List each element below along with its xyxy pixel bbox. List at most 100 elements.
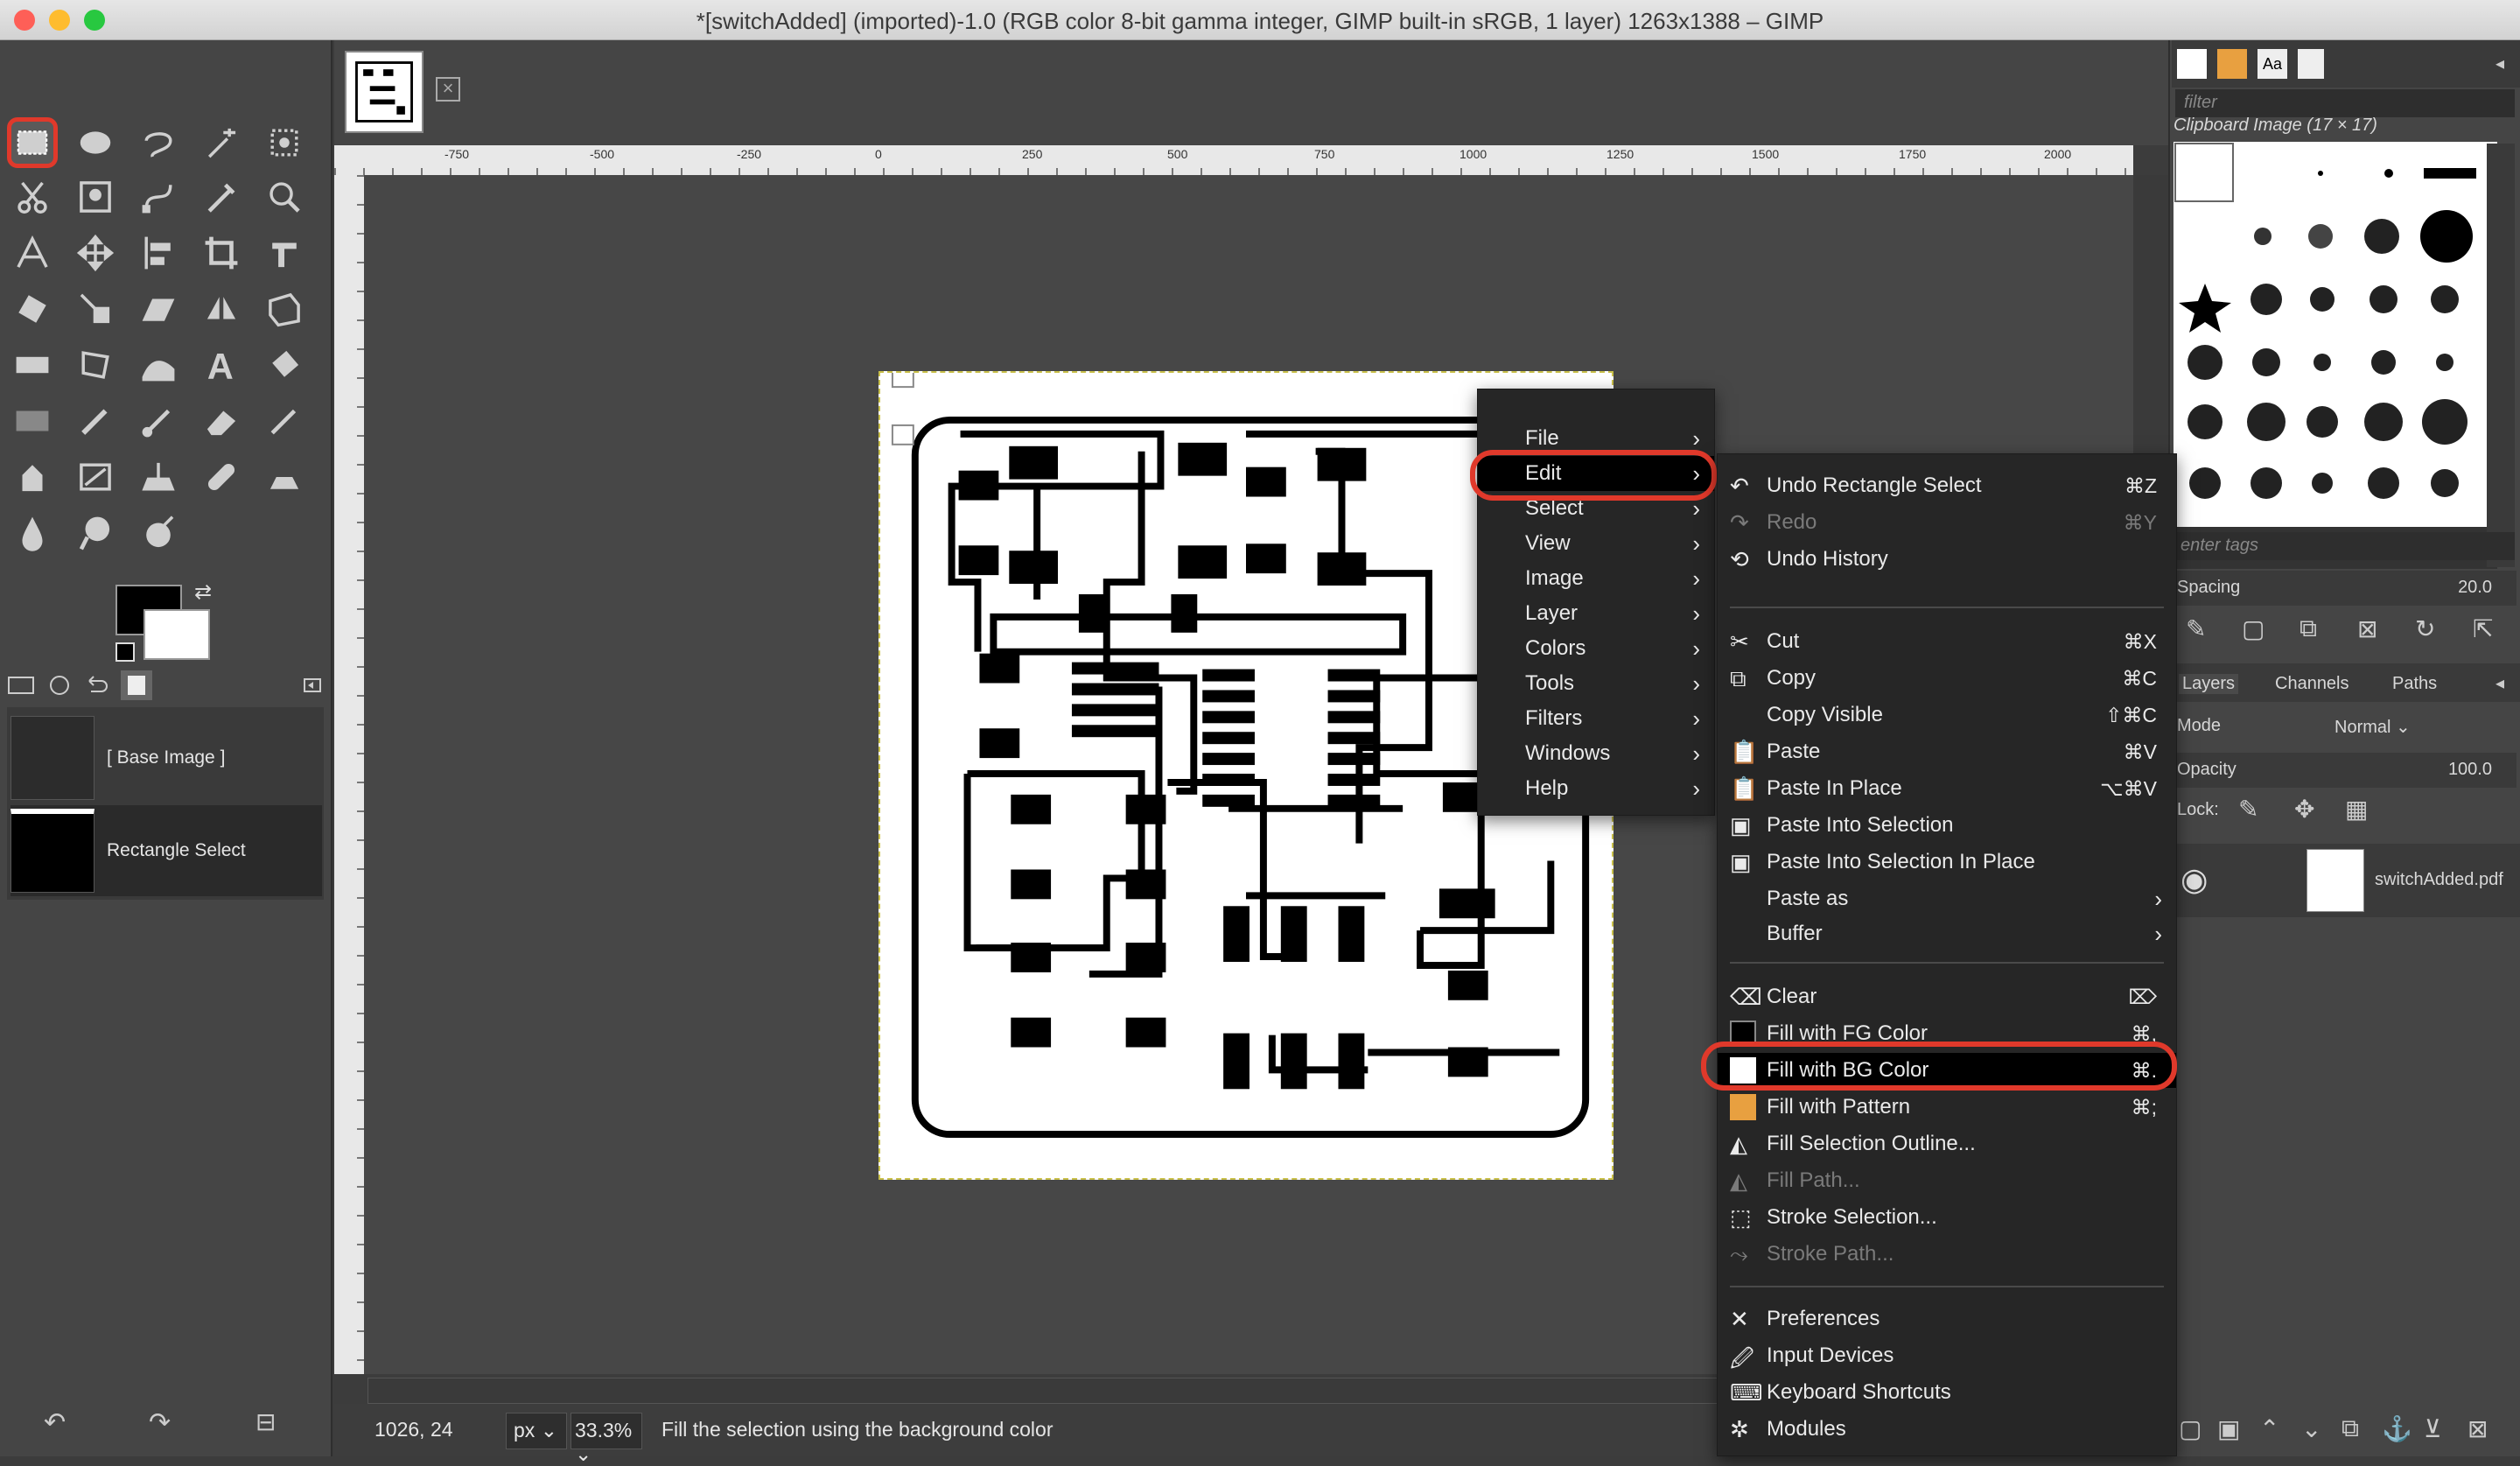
lock-pixels-icon[interactable]: ✎ (2238, 795, 2258, 824)
paths-tool[interactable] (133, 172, 184, 222)
configure-tab-icon[interactable] (298, 670, 329, 700)
measure-tool[interactable] (7, 228, 58, 278)
menu-item-paste-in-place[interactable]: 📋 Paste In Place ⌥⌘V (1718, 771, 2176, 806)
scale-tool[interactable] (70, 284, 121, 334)
new-layer-group-icon[interactable]: ▣ (2217, 1414, 2240, 1443)
history-item-rectangle-select[interactable]: Rectangle Select (10, 805, 322, 896)
menu-item-view[interactable]: View › (1478, 526, 1714, 561)
eye-icon[interactable]: ◉ (2180, 861, 2208, 898)
brush-grid[interactable] (2174, 142, 2497, 569)
configure-dock-icon[interactable]: ◂ (2496, 672, 2504, 694)
menu-item-colors[interactable]: Colors › (1478, 631, 1714, 666)
tool-options-tab-icon[interactable] (5, 670, 37, 700)
pencil-tool[interactable] (70, 396, 121, 446)
menu-item-fill-path[interactable]: ◭ Fill Path... (1718, 1163, 2176, 1198)
menu-item-preferences[interactable]: ✕ Preferences (1718, 1301, 2176, 1336)
menu-item-redo[interactable]: ↷ Redo ⌘Y (1718, 505, 2176, 540)
images-tab-icon[interactable] (121, 670, 152, 700)
device-status-tab-icon[interactable] (44, 670, 75, 700)
menu-item-paste-as[interactable]: Paste as › (1718, 881, 2176, 916)
menu-item-paste-into-selection-in-place[interactable]: ▣ Paste Into Selection In Place (1718, 845, 2176, 880)
image-tab-thumbnail[interactable] (345, 51, 424, 133)
blend-tool[interactable] (7, 396, 58, 446)
new-brush-icon[interactable]: ▢ (2242, 614, 2264, 643)
configure-dock-icon[interactable]: ◂ (2496, 53, 2504, 74)
move-tool[interactable] (70, 228, 121, 278)
refresh-brushes-icon[interactable]: ↻ (2415, 614, 2435, 643)
blur-tool[interactable] (7, 508, 58, 558)
foreground-select-tool[interactable] (70, 172, 121, 222)
fonts-tab-icon[interactable]: Aa (2258, 49, 2287, 79)
paintbrush-tool[interactable] (133, 396, 184, 446)
align-tool[interactable] (133, 228, 184, 278)
zoom-tool[interactable] (259, 172, 310, 222)
undo-icon[interactable]: ↶ (44, 1407, 66, 1438)
spacing-slider[interactable]: Spacing 20.0 (2174, 571, 2516, 606)
menu-item-input-devices[interactable]: 🖉 Input Devices (1718, 1338, 2176, 1373)
menu-item-layer[interactable]: Layer › (1478, 596, 1714, 631)
anchor-layer-icon[interactable]: ⚓ (2382, 1414, 2412, 1443)
clone-tool[interactable] (133, 452, 184, 502)
open-brush-icon[interactable]: ⇱ (2473, 614, 2493, 643)
duplicate-layer-icon[interactable]: ⧉ (2342, 1414, 2359, 1443)
dodge-burn-tool[interactable] (133, 508, 184, 558)
clear-history-icon[interactable]: ⊟ (256, 1407, 276, 1436)
menu-item-copy[interactable]: ⧉ Copy ⌘C (1718, 661, 2176, 696)
warp-transform-tool[interactable] (7, 340, 58, 390)
perspective-clone-tool[interactable] (259, 452, 310, 502)
unit-select[interactable]: px ⌄ (506, 1413, 567, 1449)
default-colors-icon[interactable] (116, 642, 135, 662)
brush-tags-input[interactable]: enter tags (2175, 532, 2515, 560)
menu-item-paste-into-selection[interactable]: ▣ Paste Into Selection (1718, 808, 2176, 843)
mypaint-brush-tool[interactable] (70, 452, 121, 502)
menu-item-copy-visible[interactable]: Copy Visible ⇧⌘C (1718, 698, 2176, 733)
scissors-select-tool[interactable] (7, 172, 58, 222)
lock-alpha-icon[interactable]: ▦ (2345, 795, 2368, 824)
airbrush-tool[interactable] (259, 396, 310, 446)
opacity-slider[interactable]: Opacity 100.0 (2174, 753, 2516, 788)
heal-tool[interactable] (196, 452, 247, 502)
fuzzy-select-tool[interactable] (196, 117, 247, 168)
free-select-tool[interactable] (133, 117, 184, 168)
color-picker-tool[interactable] (196, 172, 247, 222)
perspective-tool[interactable] (259, 284, 310, 334)
eraser-tool[interactable] (196, 396, 247, 446)
merge-layer-icon[interactable]: ⊻ (2424, 1414, 2442, 1443)
ink-tool[interactable] (7, 452, 58, 502)
unified-transform-tool[interactable] (259, 228, 310, 278)
menu-item-tools[interactable]: Tools › (1478, 666, 1714, 701)
brushes-tab-icon[interactable] (2177, 49, 2207, 79)
history-item-base-image[interactable]: [ Base Image ] (10, 712, 322, 803)
lock-position-icon[interactable]: ✥ (2294, 795, 2314, 824)
ellipse-select-tool[interactable] (70, 117, 121, 168)
text-tool[interactable]: A (196, 340, 247, 390)
flip-tool[interactable] (196, 284, 247, 334)
menu-item-undo[interactable]: ↶ Undo Rectangle Select ⌘Z (1718, 468, 2176, 503)
menu-item-fill-selection-outline[interactable]: ◭ Fill Selection Outline... (1718, 1126, 2176, 1161)
tab-paths[interactable]: Paths (2392, 674, 2437, 694)
tab-layers[interactable]: Layers (2179, 674, 2239, 694)
menu-item-filters[interactable]: Filters › (1478, 701, 1714, 736)
layer-row[interactable]: ◉ switchAdded.pdf (2172, 844, 2520, 917)
delete-brush-icon[interactable]: ⊠ (2357, 614, 2377, 643)
menu-item-undo-history[interactable]: ⟲ Undo History (1718, 542, 2176, 577)
menu-item-windows[interactable]: Windows › (1478, 736, 1714, 771)
menu-item-clear[interactable]: ⌫ Clear ⌦ (1718, 979, 2176, 1014)
menu-item-cut[interactable]: ✂ Cut ⌘X (1718, 624, 2176, 659)
edit-brush-icon[interactable]: ✎ (2186, 614, 2206, 643)
horizontal-scrollbar[interactable] (368, 1378, 1732, 1404)
menu-item-modules[interactable]: ✲ Modules (1718, 1412, 2176, 1447)
menu-item-fill-pattern[interactable]: Fill with Pattern ⌘; (1718, 1090, 2176, 1125)
undo-history-tab-icon[interactable] (80, 670, 112, 700)
cage-transform-tool[interactable] (70, 340, 121, 390)
select-by-color-tool[interactable] (259, 117, 310, 168)
menu-item-stroke-selection[interactable]: ⬚ Stroke Selection... (1718, 1200, 2176, 1235)
bucket-fill-tool[interactable] (259, 340, 310, 390)
lower-layer-icon[interactable]: ⌄ (2301, 1414, 2321, 1443)
brush-scrollbar[interactable] (2487, 144, 2515, 567)
new-layer-icon[interactable]: ▢ (2179, 1414, 2202, 1443)
menu-item-stroke-path[interactable]: ⤳ Stroke Path... (1718, 1237, 2176, 1272)
zoom-select[interactable]: 33.3% ⌄ (570, 1413, 642, 1465)
rectangle-select-tool[interactable] (7, 117, 58, 168)
menu-item-help[interactable]: Help › (1478, 771, 1714, 806)
